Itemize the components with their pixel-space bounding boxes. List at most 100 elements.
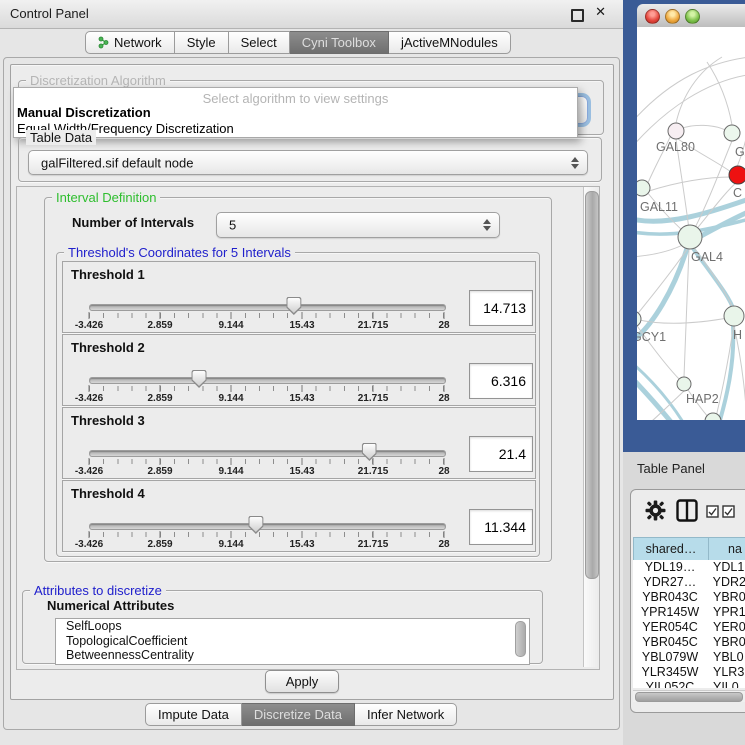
table-horizontal-scrollbar[interactable]: [633, 690, 745, 702]
node-gal11[interactable]: [637, 180, 650, 196]
node-hap2[interactable]: [677, 377, 691, 391]
tab-jactivemnodules[interactable]: jActiveMNodules: [389, 31, 511, 54]
slider-track[interactable]: [89, 523, 446, 530]
table-row[interactable]: YBR045CYBR0: [633, 635, 745, 650]
table-row[interactable]: YLR345WYLR3: [633, 665, 745, 680]
tab-cyni-toolbox[interactable]: Cyni Toolbox: [290, 31, 389, 54]
column-header-name[interactable]: na: [708, 537, 745, 561]
checkbox-icon[interactable]: [706, 505, 719, 518]
tab-network[interactable]: Network: [85, 31, 175, 54]
network-window-titlebar[interactable]: [637, 4, 745, 28]
threshold-panel-2: Threshold 2 -3.426 2.859 9.144 15.43 21.…: [62, 334, 536, 406]
threshold-1-label: Threshold 1: [71, 267, 145, 282]
tab-select[interactable]: Select: [229, 31, 290, 54]
table-row[interactable]: YDR27…YDR2: [633, 575, 745, 590]
node-label-ga-partial: GA: [735, 145, 745, 159]
threshold-1-value-field[interactable]: 14.713: [469, 290, 533, 326]
node-gcy1[interactable]: [637, 311, 641, 327]
network-icon: [98, 36, 109, 49]
slider-ticks: [89, 532, 444, 537]
threshold-panel-4: Threshold 4 -3.426 2.859 9.144 15.43 21.…: [62, 480, 536, 552]
threshold-2-slider: -3.426 2.859 9.144 15.43 21.715 28: [89, 369, 444, 405]
table-row[interactable]: YBL079WYBL0: [633, 650, 745, 665]
network-canvas[interactable]: GAL80 GA C GAL11 GAL4 GCY1 H HAP2: [637, 27, 745, 420]
column-view-icon[interactable]: [676, 499, 698, 522]
list-item[interactable]: SelfLoops: [56, 619, 529, 634]
checkbox-icon[interactable]: [722, 505, 735, 518]
combo-stepper-icon: [483, 219, 491, 231]
node-red-selected[interactable]: [729, 166, 745, 184]
algorithm-option-manual[interactable]: Manual Discretization: [17, 105, 151, 120]
num-intervals-combo[interactable]: 5: [216, 212, 500, 238]
slider-ticks: [89, 386, 444, 391]
table-data-group-title: Table Data: [26, 130, 96, 145]
panel-title: Control Panel: [10, 6, 89, 21]
table-row[interactable]: YBR043CYBR0: [633, 590, 745, 605]
threshold-3-value-field[interactable]: 21.4: [469, 436, 533, 472]
slider-track[interactable]: [89, 377, 446, 384]
threshold-4-label: Threshold 4: [71, 486, 145, 501]
tab-infer-network[interactable]: Infer Network: [355, 703, 457, 726]
control-panel-titlebar: Control Panel ✕: [0, 0, 623, 29]
settings-scrollbar-thumb[interactable]: [585, 191, 599, 579]
node-h[interactable]: [724, 306, 744, 326]
node-label-gal4: GAL4: [691, 250, 723, 264]
threshold-4-slider: -3.426 2.859 9.144 15.43 21.715 28: [89, 515, 444, 551]
network-graph: GAL80 GA C GAL11 GAL4 GCY1 H HAP2: [637, 27, 745, 420]
list-scrollbar-thumb[interactable]: [515, 621, 526, 657]
attributes-group-title: Attributes to discretize: [30, 583, 166, 598]
table-data-combo[interactable]: galFiltered.sif default node: [28, 150, 588, 175]
algorithm-dropdown-popup: Select algorithm to view settings Manual…: [13, 87, 578, 138]
num-intervals-value: 5: [229, 218, 236, 233]
column-header-shared[interactable]: shared…: [633, 537, 709, 561]
apply-button[interactable]: Apply: [265, 670, 339, 693]
threshold-3-slider: -3.426 2.859 9.144 15.43 21.715 28: [89, 442, 444, 478]
threshold-1-slider: -3.426 2.859 9.144 15.43 21.715 28: [89, 296, 444, 332]
node-upper-right[interactable]: [724, 125, 740, 141]
zoom-traffic-light[interactable]: [685, 9, 700, 24]
tab-discretize-data[interactable]: Discretize Data: [242, 703, 355, 726]
threshold-4-value-field[interactable]: 11.344: [469, 509, 533, 545]
combo-stepper-icon: [571, 157, 579, 169]
node-table: YDL19…YDL1 YDR27…YDR2 YBR043CYBR0 YPR145…: [633, 560, 745, 688]
close-traffic-light[interactable]: [645, 9, 660, 24]
table-panel: shared… na YDL19…YDL1 YDR27…YDR2 YBR043C…: [630, 489, 745, 713]
table-row[interactable]: YER054CYER0: [633, 620, 745, 635]
threshold-panel-1: Threshold 1 -3.426 2.859 9.144 15.43 21.…: [62, 261, 536, 333]
threshold-3-label: Threshold 3: [71, 413, 145, 428]
slider-ticks: [89, 313, 444, 318]
algorithm-group-title: Discretization Algorithm: [26, 73, 170, 88]
numerical-attributes-heading: Numerical Attributes: [47, 598, 174, 613]
algorithm-placeholder: Select algorithm to view settings: [14, 91, 577, 106]
table-row[interactable]: YDL19…YDL1: [633, 560, 745, 575]
tab-style[interactable]: Style: [175, 31, 229, 54]
list-item[interactable]: BetweennessCentrality: [56, 648, 529, 663]
gear-icon[interactable]: [645, 500, 666, 521]
node-label-gal11: GAL11: [640, 200, 678, 214]
close-icon[interactable]: ✕: [595, 5, 606, 20]
table-row[interactable]: YPR145WYPR1: [633, 605, 745, 620]
slider-track[interactable]: [89, 450, 446, 457]
tab-network-label: Network: [114, 35, 162, 50]
table-hscrollbar-thumb[interactable]: [635, 692, 743, 702]
threshold-2-label: Threshold 2: [71, 340, 145, 355]
threshold-panel-3: Threshold 3 -3.426 2.859 9.144 15.43 21.…: [62, 407, 536, 479]
node-gal4[interactable]: [678, 225, 702, 249]
node-bottom-partial[interactable]: [705, 413, 721, 420]
list-item[interactable]: TopologicalCoefficient: [56, 634, 529, 649]
minimize-traffic-light[interactable]: [665, 9, 680, 24]
num-intervals-label: Number of Intervals: [72, 215, 194, 230]
table-row[interactable]: YIL052CYIL0: [633, 680, 745, 688]
slider-ticks: [89, 459, 444, 464]
table-panel-title: Table Panel: [637, 461, 705, 476]
node-label-gal80: GAL80: [656, 140, 695, 154]
slider-track[interactable]: [89, 304, 446, 311]
threshold-2-value-field[interactable]: 6.316: [469, 363, 533, 399]
node-label-c-partial: C: [733, 186, 742, 200]
top-tab-bar: Network Style Select Cyni Toolbox jActiv…: [85, 31, 511, 54]
float-window-icon[interactable]: [571, 9, 584, 22]
tab-impute-data[interactable]: Impute Data: [145, 703, 242, 726]
node-gal80[interactable]: [668, 123, 684, 139]
thresholds-group-title: Threshold's Coordinates for 5 Intervals: [64, 245, 295, 260]
node-label-h-partial: H: [733, 328, 742, 342]
